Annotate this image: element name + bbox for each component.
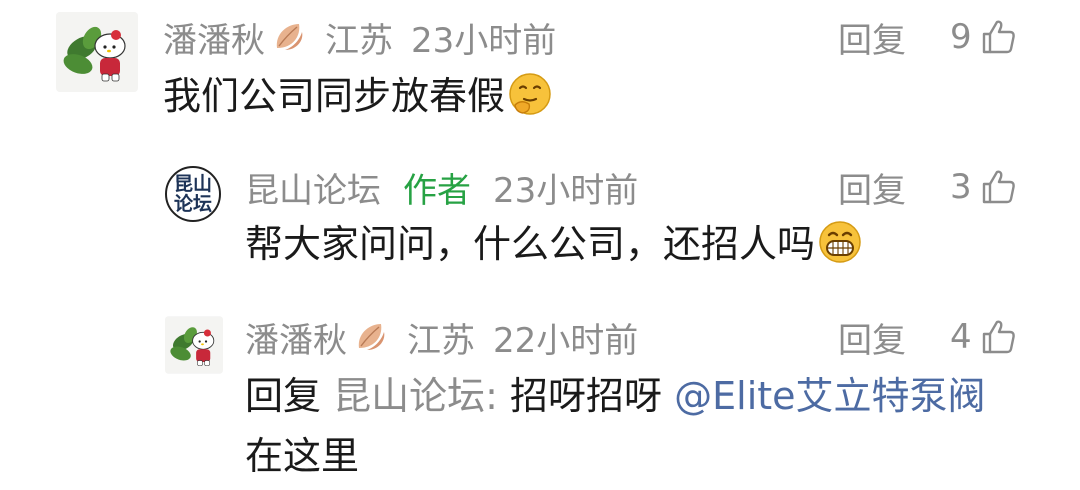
- reply-button[interactable]: 回复: [838, 13, 906, 62]
- username[interactable]: 潘潘秋: [163, 13, 265, 62]
- username[interactable]: 潘潘秋: [245, 313, 347, 362]
- thumbs-up-icon[interactable]: [978, 167, 1018, 207]
- comment-text: 帮大家问问，什么公司，还招人吗: [245, 216, 863, 280]
- comment-actions: 回复 4: [838, 312, 1018, 362]
- comment-text: 回复 昆山论坛: 招呀招呀 @Elite艾立特泵阀: [245, 368, 986, 424]
- location: 江苏: [407, 320, 475, 361]
- comment-text-content: 帮大家问问，什么公司，还招人吗: [245, 222, 816, 266]
- thinking-face-emoji-icon: [507, 71, 553, 132]
- autumn-leaf-icon: [269, 18, 307, 56]
- author-avatar[interactable]: 昆山论坛: [165, 166, 221, 222]
- mention-link[interactable]: @Elite艾立特泵阀: [674, 374, 985, 418]
- timestamp: 22小时前: [493, 320, 639, 361]
- hello-kitty-avatar-icon: [56, 12, 138, 92]
- timestamp: 23小时前: [411, 20, 557, 61]
- author-badge: 作者: [403, 170, 471, 211]
- thumbs-up-icon[interactable]: [978, 17, 1018, 57]
- comment-thread: 潘潘秋 江苏 23小时前 回复 9 我们公司同步放春假 昆山论坛 昆山论坛 作者…: [0, 0, 1080, 490]
- thumbs-up-icon[interactable]: [978, 317, 1018, 357]
- comment-text-line2: 在这里: [245, 428, 359, 484]
- grinning-face-emoji-icon: [817, 219, 863, 280]
- comment-text: 我们公司同步放春假: [163, 68, 553, 132]
- reply-to-user[interactable]: 昆山论坛:: [333, 374, 498, 418]
- comment-text-content: 我们公司同步放春假: [163, 74, 506, 118]
- like-count: 4: [950, 317, 972, 357]
- timestamp: 23小时前: [493, 170, 639, 211]
- reply-button[interactable]: 回复: [838, 163, 906, 212]
- user-avatar[interactable]: [56, 12, 138, 92]
- comment-meta: 昆山论坛 作者 23小时前: [245, 162, 638, 212]
- comment-actions: 回复 3: [838, 162, 1018, 212]
- reply-prefix: 回复: [245, 374, 322, 418]
- user-avatar[interactable]: [165, 316, 223, 374]
- comment-meta: 潘潘秋 江苏 22小时前: [245, 312, 638, 362]
- like-count: 9: [950, 17, 972, 57]
- username[interactable]: 昆山论坛: [245, 163, 381, 212]
- reply-button[interactable]: 回复: [838, 313, 906, 362]
- comment-text-content: 在这里: [245, 434, 360, 478]
- comment-actions: 回复 9: [838, 12, 1018, 62]
- hello-kitty-avatar-icon: [165, 316, 223, 374]
- comment-meta: 潘潘秋 江苏 23小时前: [163, 12, 556, 62]
- autumn-leaf-icon: [351, 318, 389, 356]
- like-count: 3: [950, 167, 972, 207]
- location: 江苏: [325, 20, 393, 61]
- avatar-logo-text: 昆山论坛: [173, 173, 212, 215]
- comment-text-content: 招呀招呀: [510, 374, 663, 418]
